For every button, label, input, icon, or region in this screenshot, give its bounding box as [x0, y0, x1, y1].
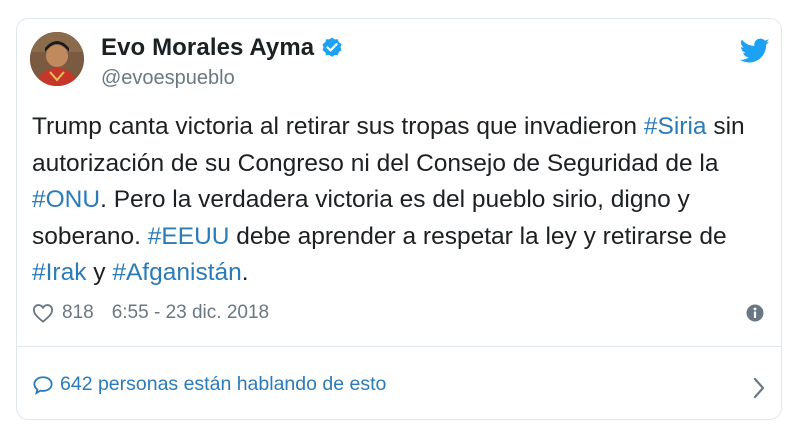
tweet-text-segment: debe aprender a respetar la ley y retira…	[229, 222, 727, 250]
tweet-text-segment: Trump canta victoria al retirar sus trop…	[32, 113, 644, 140]
verified-badge-icon	[322, 37, 342, 57]
hashtag-link[interactable]: #ONU	[32, 186, 100, 213]
author-name-row[interactable]: Evo Morales Ayma	[101, 34, 344, 62]
like-count[interactable]: 818	[62, 302, 94, 324]
author-display-name[interactable]: Evo Morales Ayma	[101, 34, 314, 62]
hashtag-link[interactable]: #Irak	[32, 259, 86, 286]
hashtag-link[interactable]: #Siria	[644, 113, 707, 140]
heart-icon[interactable]	[32, 303, 54, 323]
hashtag-link[interactable]: #EEUU	[148, 223, 230, 250]
tweet-timestamp[interactable]: 6:55 - 23 dic. 2018	[112, 302, 269, 324]
tweet-text-segment: .	[241, 259, 249, 286]
hashtag-link[interactable]: #Afganistán	[112, 259, 241, 286]
speech-bubble-icon	[33, 375, 53, 395]
tweet-text: Trump canta victoria al retirar sus trop…	[32, 109, 752, 292]
twitter-bird-icon[interactable]	[740, 38, 770, 64]
avatar-image	[30, 32, 84, 86]
avatar[interactable]	[30, 32, 84, 86]
chevron-right-icon[interactable]	[752, 377, 766, 399]
author-handle[interactable]: @evoespueblo	[101, 67, 235, 90]
card-divider	[16, 346, 782, 347]
tweet-meta: 818 6:55 - 23 dic. 2018	[32, 302, 269, 324]
conversation-label[interactable]: 642 personas están hablando de esto	[60, 373, 386, 396]
tweet-text-segment: y	[86, 259, 113, 286]
conversation-link[interactable]: 642 personas están hablando de esto	[32, 373, 386, 396]
info-icon[interactable]	[746, 304, 764, 322]
